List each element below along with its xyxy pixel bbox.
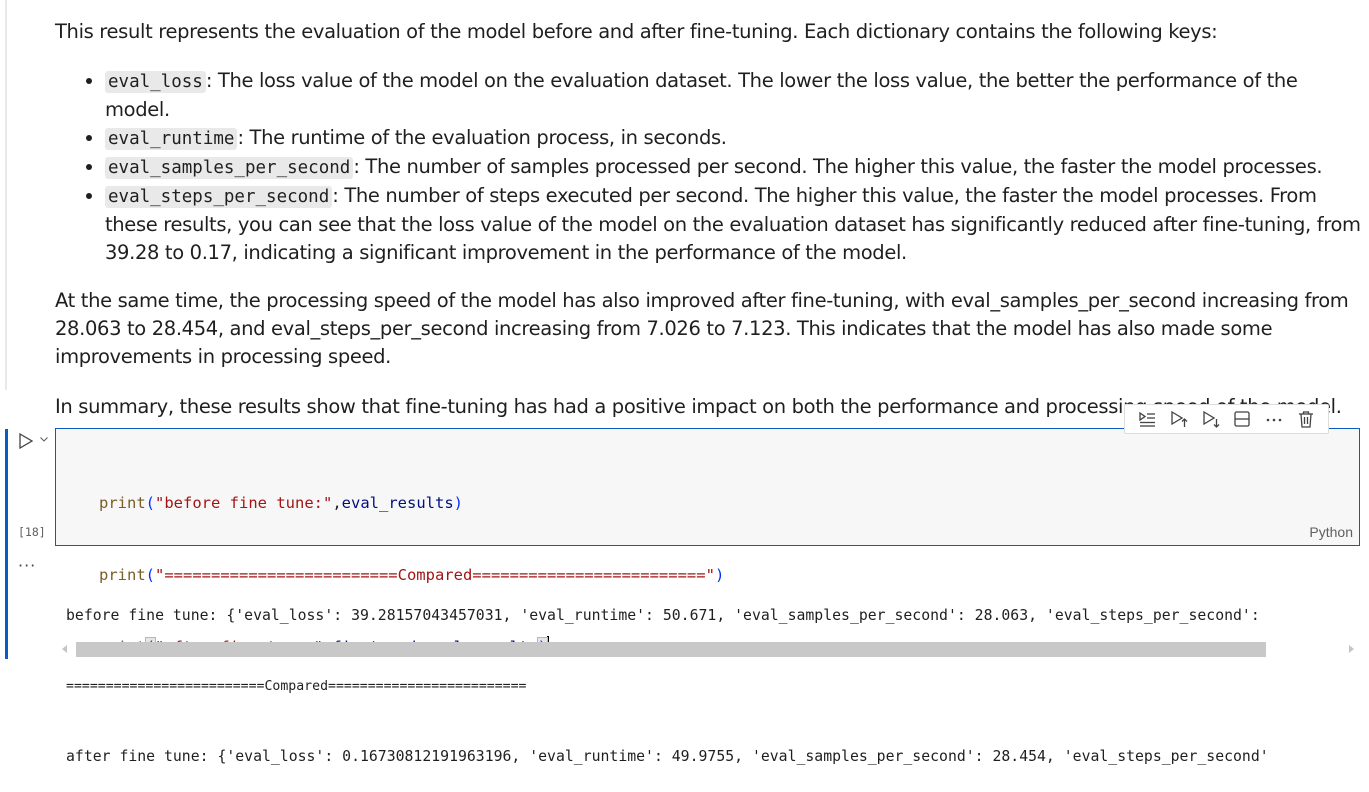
speed-paragraph: At the same time, the processing speed o…: [55, 289, 1349, 368]
scroll-left-icon[interactable]: [62, 645, 67, 653]
inline-code: eval_runtime: [105, 128, 238, 150]
list-item: eval_loss: The loss value of the model o…: [105, 67, 1367, 124]
scroll-right-icon[interactable]: [1349, 645, 1354, 653]
output-line: after fine tune: {'eval_loss': 0.1673081…: [66, 748, 1269, 765]
chevron-down-icon[interactable]: [38, 433, 50, 445]
list-item: eval_steps_per_second: The number of ste…: [105, 182, 1367, 267]
markdown-content: This result represents the evaluation of…: [55, 18, 1367, 421]
output-line: =========================Compared=======…: [66, 678, 527, 694]
output-line: before fine tune: {'eval_loss': 39.28157…: [66, 607, 1260, 624]
scrollbar-thumb[interactable]: [76, 642, 1266, 657]
markdown-cell[interactable]: This result represents the evaluation of…: [0, 0, 1369, 418]
list-item: eval_runtime: The runtime of the evaluat…: [105, 124, 1367, 153]
cell-toolbar: [1124, 404, 1329, 434]
code-token: print: [99, 494, 146, 512]
list-item-text: : The number of samples processed per se…: [353, 155, 1323, 178]
inline-code: eval_steps_per_second: [105, 186, 333, 208]
code-token: eval_results: [341, 494, 454, 512]
output-more-icon[interactable]: ···: [18, 556, 36, 575]
execute-above-icon[interactable]: [1168, 408, 1190, 430]
cell-output: before fine tune: {'eval_loss': 39.28157…: [66, 557, 1366, 792]
execute-below-icon[interactable]: [1200, 408, 1222, 430]
more-icon[interactable]: [1263, 408, 1285, 430]
code-token: ): [453, 494, 463, 512]
list-item: eval_samples_per_second: The number of s…: [105, 153, 1367, 182]
code-token: (: [145, 494, 156, 512]
intro-paragraph: This result represents the evaluation of…: [55, 20, 1218, 43]
inline-code: eval_samples_per_second: [105, 157, 354, 179]
code-token: ,: [332, 494, 342, 512]
cell-focus-bar: [5, 0, 7, 390]
inline-code: eval_loss: [105, 71, 206, 93]
code-token: "before fine tune:": [155, 494, 333, 512]
list-item-text: : The runtime of the evaluation process,…: [237, 126, 727, 149]
execution-count: [18]: [18, 525, 46, 539]
delete-icon[interactable]: [1295, 408, 1317, 430]
code-editor[interactable]: print("before fine tune:",eval_results) …: [55, 428, 1360, 657]
list-item-text: : The loss value of the model on the eva…: [105, 69, 1298, 121]
horizontal-scrollbar[interactable]: [58, 641, 1360, 657]
run-by-line-icon[interactable]: [1136, 408, 1158, 430]
language-selector[interactable]: Python: [1309, 524, 1353, 540]
code-line: print("before fine tune:",eval_results): [99, 491, 724, 515]
cell-focus-bar: [5, 429, 8, 659]
keys-list: eval_loss: The loss value of the model o…: [55, 67, 1367, 267]
split-cell-icon[interactable]: [1231, 408, 1253, 430]
run-cell-icon[interactable]: [15, 430, 37, 452]
